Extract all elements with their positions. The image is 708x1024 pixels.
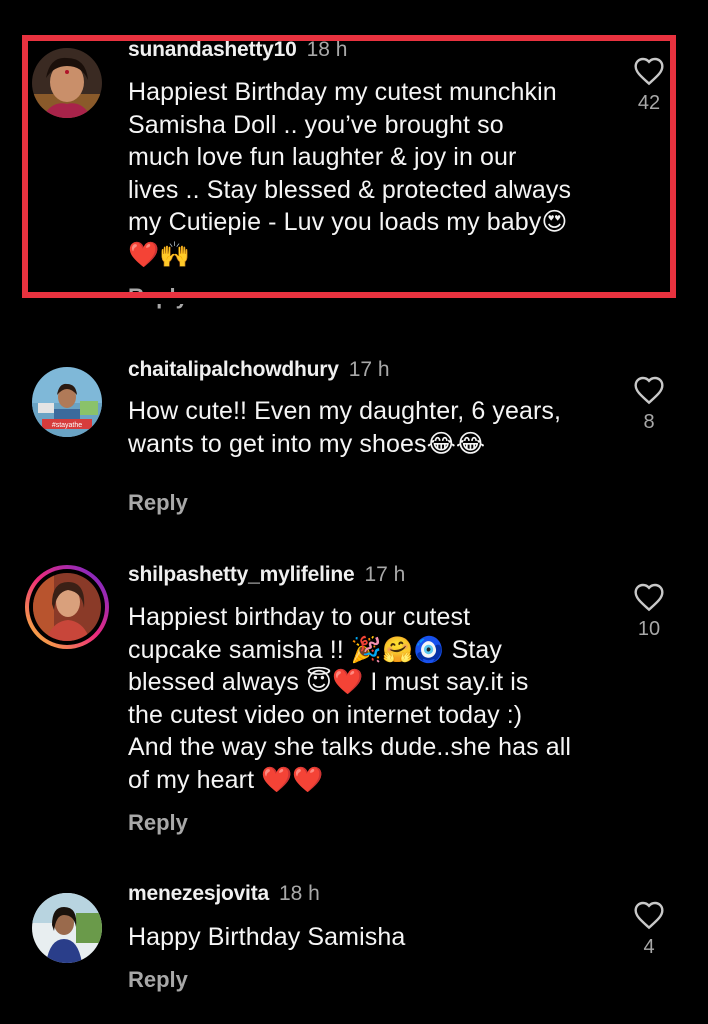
comment-meta: menezesjovita 18 h [128,882,320,906]
heart-outline-icon [634,901,664,930]
comment-item: shilpashetty_mylifeline 17 h Happiest bir… [0,545,708,845]
avatar[interactable] [32,48,102,118]
like-count: 10 [637,618,661,640]
comment-item: sunandashetty10 18 h Happiest Birthday my… [0,0,708,320]
like-count: 4 [643,936,655,958]
like-button[interactable]: 42 [630,56,668,115]
heart-outline-icon [634,583,664,612]
comment-item: #stayathe chaitalipalchowdhury 17 h How c… [0,340,708,540]
svg-text:#stayathe: #stayathe [52,422,82,429]
avatar-image [32,48,102,118]
username[interactable]: chaitalipalchowdhury [128,358,339,381]
timestamp: 18 h [278,882,320,905]
avatar-image [25,565,109,649]
timestamp: 17 h [348,358,390,381]
comment-text: Happiest Birthday my cutest munchkin Sam… [128,78,572,269]
avatar[interactable] [32,893,102,963]
like-button[interactable]: 10 [630,582,668,641]
heart-outline-icon [634,376,664,405]
username[interactable]: menezesjovita [128,882,269,905]
reply-button[interactable]: Reply [128,810,188,836]
like-button[interactable]: 4 [630,900,668,959]
comment-text: Happy Birthday Samisha [128,923,406,951]
username[interactable]: shilpashetty_mylifeline [128,563,355,586]
avatar[interactable]: #stayathe [32,367,102,437]
comment-meta: chaitalipalchowdhury 17 h [128,358,390,382]
timestamp: 18 h [306,38,348,61]
comment-meta: shilpashetty_mylifeline 17 h [128,563,405,587]
heart-outline-icon [634,57,664,86]
avatar-image [32,893,102,963]
like-count: 8 [643,411,655,433]
timestamp: 17 h [364,563,406,586]
like-count: 42 [637,92,661,114]
comment-meta: sunandashetty10 18 h [128,38,347,62]
avatar-image: #stayathe [32,367,102,437]
comment-text: Happiest birthday to our cutest cupcake … [128,603,572,794]
like-button[interactable]: 8 [630,375,668,434]
avatar[interactable] [24,564,110,650]
comment-text: How cute!! Even my daughter, 6 years, wa… [128,397,562,458]
reply-button[interactable]: Reply [128,490,188,516]
comment-item: menezesjovita 18 h Happy Birthday Samisha… [0,865,708,1024]
divider-mask [28,292,670,304]
username[interactable]: sunandashetty10 [128,38,297,61]
reply-button[interactable]: Reply [128,967,188,993]
